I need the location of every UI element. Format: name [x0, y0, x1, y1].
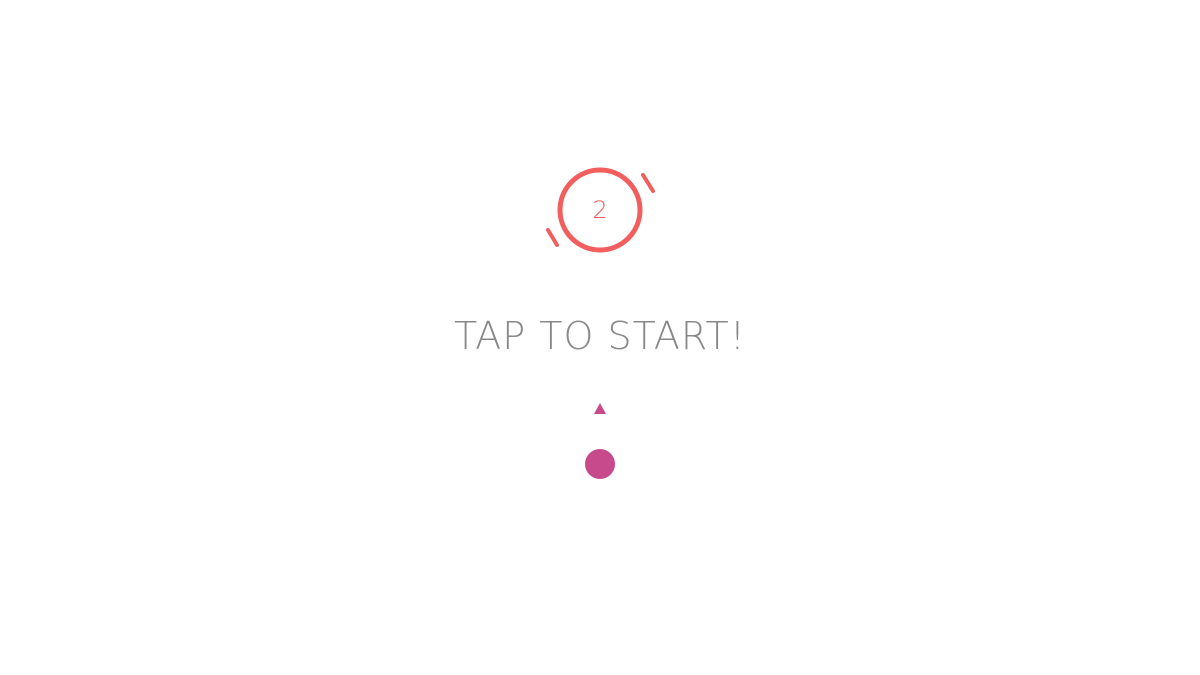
- orbit-arc-top-right: [641, 173, 655, 193]
- tap-to-start-text[interactable]: TAP TO START!: [350, 308, 850, 364]
- triangle-pointer-icon: [594, 403, 606, 414]
- ball-icon: [585, 449, 615, 479]
- orbit-arc-bottom-left: [546, 228, 559, 247]
- game-canvas[interactable]: 2 TAP TO START!: [0, 0, 1200, 675]
- level-number: 2: [592, 196, 608, 224]
- player-shooter: [585, 403, 615, 479]
